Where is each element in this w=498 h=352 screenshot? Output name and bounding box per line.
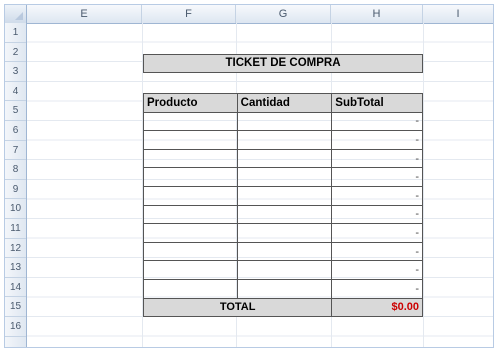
- row-header[interactable]: 14: [5, 278, 26, 298]
- cantidad-cell[interactable]: [236, 260, 333, 280]
- header-cantidad[interactable]: Cantidad: [236, 93, 333, 113]
- table-row: -: [143, 260, 423, 280]
- cantidad-cell[interactable]: [236, 130, 333, 150]
- subtotal-cell[interactable]: -: [331, 130, 423, 150]
- row-header[interactable]: 6: [5, 121, 26, 141]
- cantidad-cell[interactable]: [236, 111, 333, 132]
- row-header-bar: 1 2 3 4 5 6 7 8 9 10 11 12 13 14 15 16: [5, 23, 27, 347]
- producto-cell[interactable]: [143, 167, 238, 187]
- row-header[interactable]: 1: [5, 23, 26, 43]
- producto-cell[interactable]: [143, 223, 238, 243]
- subtotal-cell[interactable]: -: [331, 167, 423, 187]
- row-header[interactable]: 12: [5, 239, 26, 259]
- total-label[interactable]: TOTAL: [142, 297, 333, 318]
- producto-cell[interactable]: [143, 185, 238, 206]
- table-row: -: [143, 278, 423, 299]
- cantidad-cell[interactable]: [236, 167, 333, 187]
- table-row: -: [143, 223, 423, 243]
- subtotal-cell[interactable]: -: [331, 241, 423, 262]
- row-header[interactable]: 5: [5, 101, 26, 121]
- gridline: [423, 23, 424, 347]
- column-header-h[interactable]: H: [331, 5, 423, 23]
- cantidad-cell[interactable]: [236, 204, 333, 225]
- column-header-e[interactable]: E: [27, 5, 142, 23]
- producto-cell[interactable]: [143, 204, 238, 225]
- producto-cell[interactable]: [143, 260, 238, 280]
- ticket-table: Producto Cantidad SubTotal - - - - - - -…: [142, 93, 423, 318]
- row-header[interactable]: 11: [5, 219, 26, 239]
- table-row: -: [143, 111, 423, 132]
- row-header[interactable]: 15: [5, 297, 26, 317]
- cantidad-cell[interactable]: [236, 185, 333, 206]
- row-header[interactable]: 16: [5, 317, 26, 337]
- subtotal-cell[interactable]: -: [331, 223, 423, 243]
- subtotal-cell[interactable]: -: [331, 185, 423, 206]
- column-header-f[interactable]: F: [142, 5, 236, 23]
- subtotal-cell[interactable]: -: [331, 278, 423, 299]
- column-header-bar: E F G H I: [5, 5, 493, 24]
- table-row: -: [143, 204, 423, 225]
- row-header[interactable]: 9: [5, 180, 26, 200]
- table-row: -: [143, 130, 423, 150]
- ticket-header-row: Producto Cantidad SubTotal: [143, 93, 423, 113]
- total-row: TOTAL $0.00: [142, 297, 423, 318]
- row-header[interactable]: 7: [5, 141, 26, 161]
- table-row: -: [143, 148, 423, 169]
- table-row: -: [143, 185, 423, 206]
- producto-cell[interactable]: [143, 278, 238, 299]
- producto-cell[interactable]: [143, 241, 238, 262]
- subtotal-cell[interactable]: -: [331, 148, 423, 169]
- row-header[interactable]: 13: [5, 258, 26, 278]
- spreadsheet-window: E F G H I 1 2 3 4 5 6 7 8 9 10 11 12 13 …: [4, 4, 494, 348]
- subtotal-cell[interactable]: -: [331, 204, 423, 225]
- column-header-i[interactable]: I: [423, 5, 493, 23]
- total-value[interactable]: $0.00: [331, 297, 423, 318]
- producto-cell[interactable]: [143, 111, 238, 132]
- row-header[interactable]: 10: [5, 199, 26, 219]
- cantidad-cell[interactable]: [236, 241, 333, 262]
- row-header[interactable]: 3: [5, 62, 26, 82]
- cantidad-cell[interactable]: [236, 148, 333, 169]
- ticket-title[interactable]: TICKET DE COMPRA: [143, 54, 423, 73]
- row-header[interactable]: 4: [5, 82, 26, 102]
- column-header-g[interactable]: G: [236, 5, 331, 23]
- select-all-corner[interactable]: [5, 5, 27, 23]
- cantidad-cell[interactable]: [236, 278, 333, 299]
- subtotal-cell[interactable]: -: [331, 111, 423, 132]
- producto-cell[interactable]: [143, 130, 238, 150]
- subtotal-cell[interactable]: -: [331, 260, 423, 280]
- table-row: -: [143, 167, 423, 187]
- row-header[interactable]: 8: [5, 160, 26, 180]
- producto-cell[interactable]: [143, 148, 238, 169]
- header-subtotal[interactable]: SubTotal: [331, 93, 423, 113]
- table-row: -: [143, 241, 423, 262]
- cantidad-cell[interactable]: [236, 223, 333, 243]
- select-all-triangle-icon: [15, 12, 23, 20]
- row-header[interactable]: 2: [5, 43, 26, 63]
- header-producto[interactable]: Producto: [143, 93, 238, 113]
